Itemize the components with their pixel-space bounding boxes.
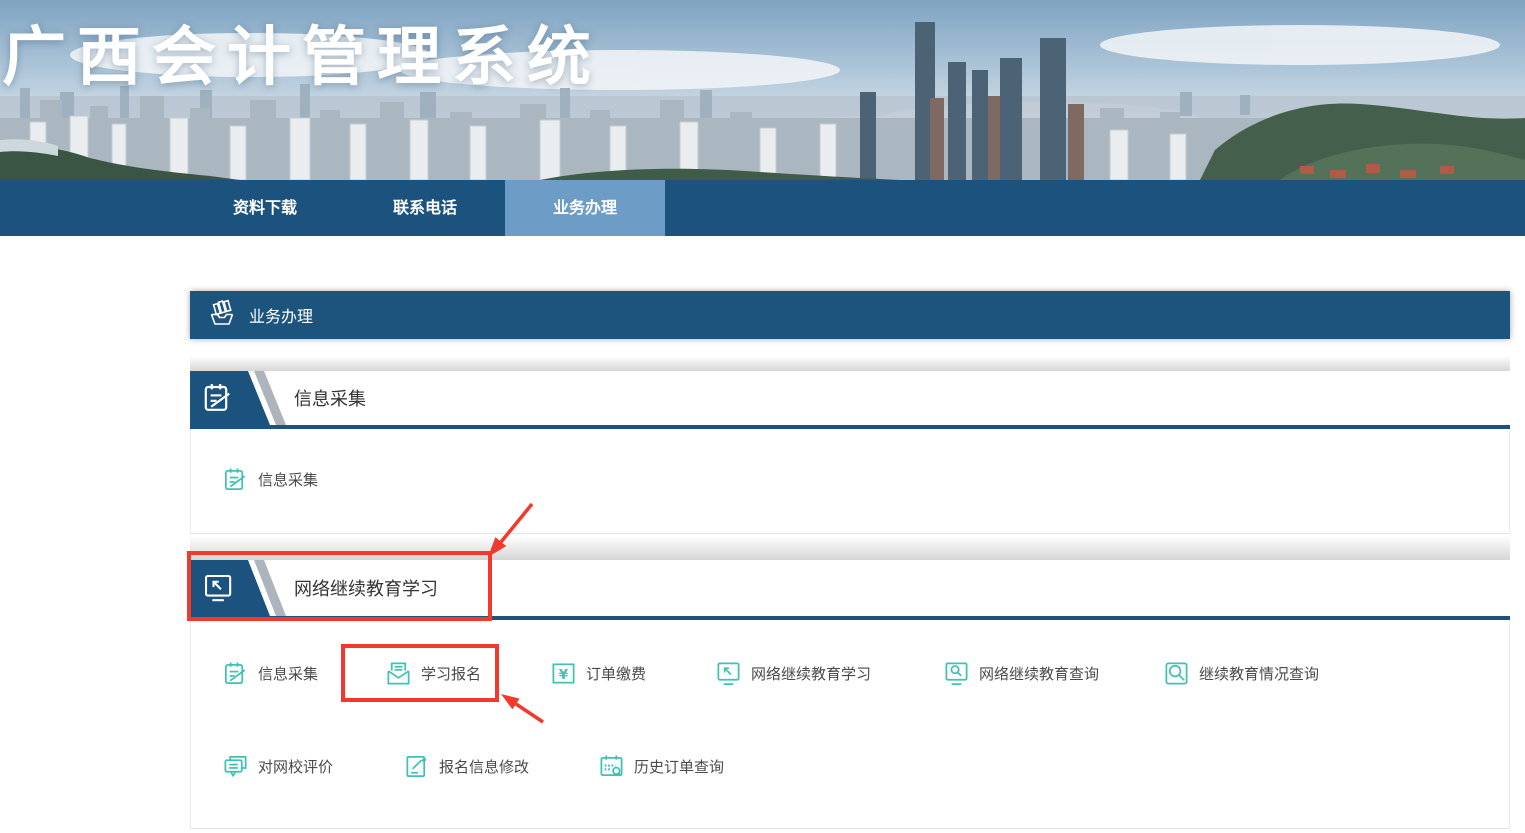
- yuan-sign-icon: ¥: [550, 660, 577, 687]
- service-item-label: 学习报名: [421, 663, 481, 684]
- edit-document-icon: [403, 753, 430, 780]
- panel-title: 业务办理: [249, 303, 313, 327]
- service-item-study-enroll[interactable]: 学习报名: [385, 659, 481, 687]
- service-item-label: 网络继续教育学习: [751, 663, 871, 684]
- service-item-online-edu-query[interactable]: 网络继续教育查询: [943, 659, 1099, 687]
- service-item-label: 订单缴费: [586, 663, 646, 684]
- service-item-history-order-query[interactable]: 历史订单查询: [598, 752, 724, 780]
- section1-header: 信息采集: [190, 371, 1510, 429]
- service-item-online-edu-study[interactable]: 网络继续教育学习: [715, 659, 871, 687]
- section1-body: [190, 429, 1510, 534]
- calendar-search-icon: [598, 753, 625, 780]
- section1-title: 信息采集: [294, 371, 366, 425]
- section2-header: 网络继续教育学习: [190, 560, 1510, 620]
- clipboard-icon: [222, 466, 249, 493]
- books-inbox-icon: [207, 298, 237, 332]
- service-item-label: 信息采集: [258, 663, 318, 684]
- section2-badge: [190, 560, 290, 616]
- monitor-arrow-icon: [715, 660, 742, 687]
- service-item-order-pay[interactable]: ¥ 订单缴费: [550, 659, 646, 687]
- svg-text:¥: ¥: [559, 666, 569, 682]
- service-item-label: 历史订单查询: [634, 756, 724, 777]
- section1-badge: [190, 371, 290, 425]
- monitor-search-icon: [943, 660, 970, 687]
- service-item-label: 报名信息修改: [439, 756, 529, 777]
- section1-top-shadow: [190, 356, 1510, 371]
- service-item-info-collect[interactable]: 信息采集: [222, 465, 318, 493]
- nav-tab-downloads[interactable]: 资料下载: [185, 180, 345, 236]
- site-title: 广西会计管理系统: [2, 6, 602, 98]
- nav-tab-business[interactable]: 业务办理: [505, 180, 665, 236]
- main-nav: 资料下载 联系电话 业务办理: [0, 180, 1525, 236]
- service-item-school-review[interactable]: 对网校评价: [222, 752, 333, 780]
- service-item-label: 对网校评价: [258, 756, 333, 777]
- section2-title: 网络继续教育学习: [294, 560, 438, 616]
- service-item-label: 网络继续教育查询: [979, 663, 1099, 684]
- nav-tab-contact[interactable]: 联系电话: [345, 180, 505, 236]
- service-item-label: 信息采集: [258, 469, 318, 490]
- panel-title-bar: 业务办理: [190, 291, 1510, 339]
- clipboard-icon: [222, 660, 249, 687]
- service-item-edu-status-query[interactable]: 继续教育情况查询: [1163, 659, 1319, 687]
- service-item-label: 继续教育情况查询: [1199, 663, 1319, 684]
- page: 广西会计管理系统 资料下载 联系电话 业务办理 业务办理: [0, 0, 1525, 833]
- service-item-info-collect-2[interactable]: 信息采集: [222, 659, 318, 687]
- service-item-enroll-info-edit[interactable]: 报名信息修改: [403, 752, 529, 780]
- section2-body: [190, 620, 1510, 829]
- banner-photo: 广西会计管理系统: [0, 0, 1525, 180]
- section2-top-shadow: [190, 536, 1510, 560]
- envelope-letter-icon: [385, 660, 412, 687]
- comments-icon: [222, 753, 249, 780]
- magnifier-box-icon: [1163, 660, 1190, 687]
